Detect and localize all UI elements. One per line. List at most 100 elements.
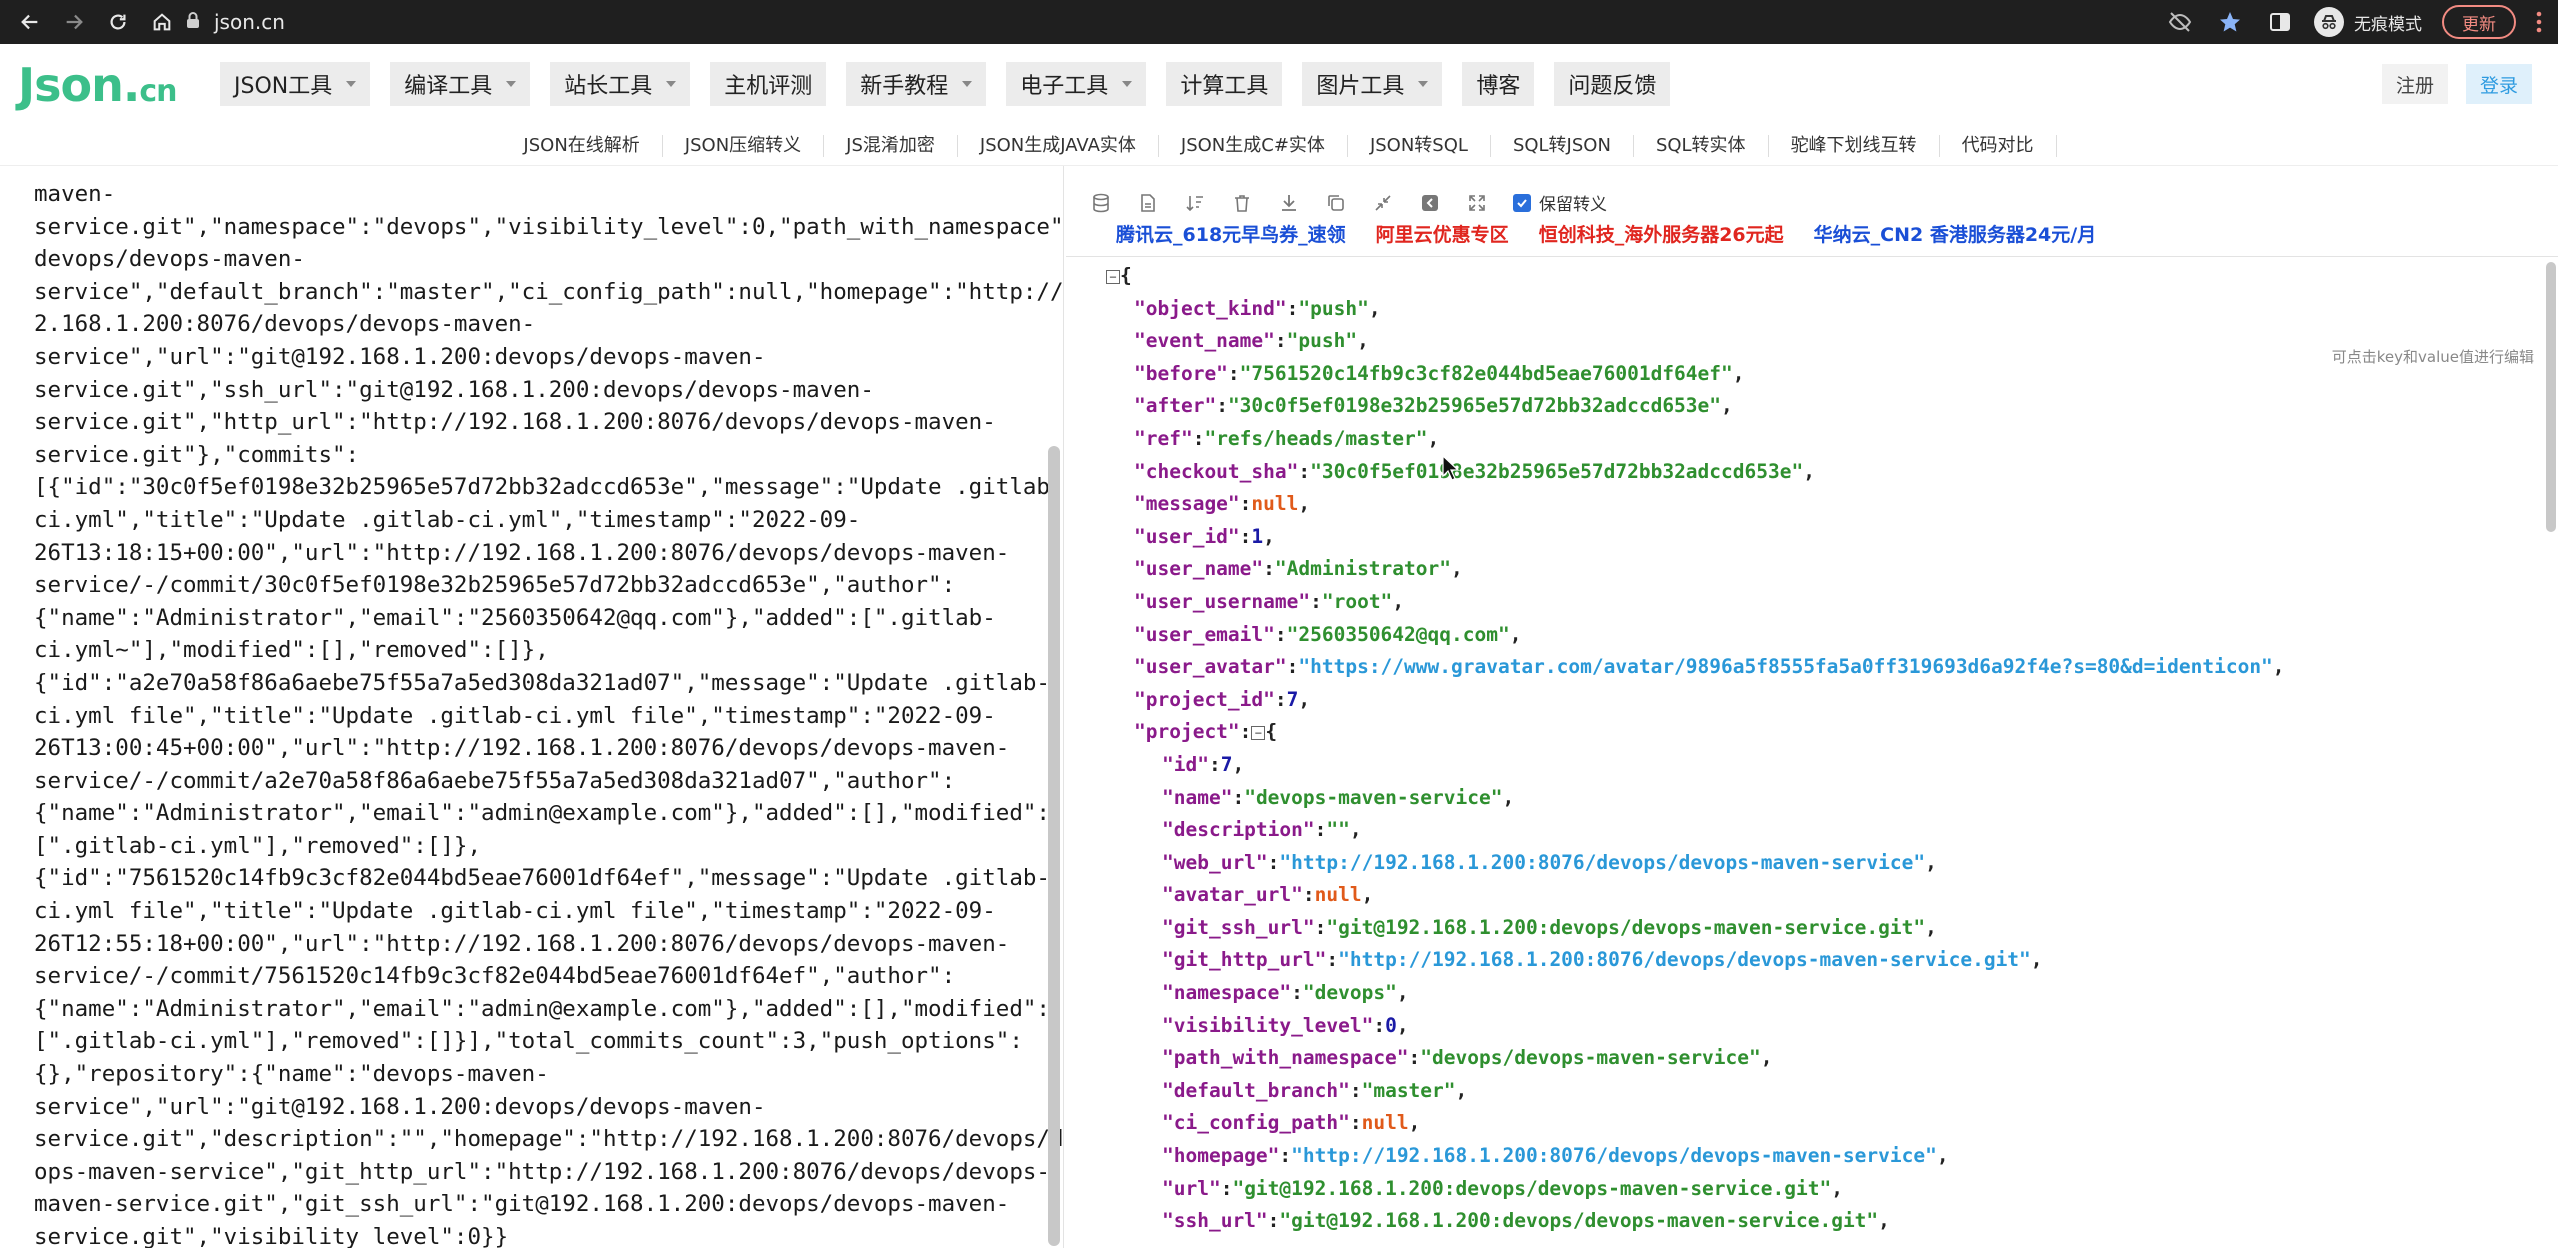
sub-nav-link[interactable]: JSON转SQL bbox=[1348, 134, 1491, 157]
json-key[interactable]: "name" bbox=[1162, 786, 1232, 809]
json-value[interactable]: null bbox=[1315, 883, 1362, 906]
json-value[interactable]: null bbox=[1251, 492, 1298, 515]
sub-nav-link[interactable]: 代码对比 bbox=[1940, 134, 2057, 157]
json-key[interactable]: "url" bbox=[1162, 1177, 1221, 1200]
keep-escape-checkbox[interactable]: 保留转义 bbox=[1513, 190, 1607, 215]
json-key[interactable]: "git_http_url" bbox=[1162, 948, 1326, 971]
json-key[interactable]: "user_name" bbox=[1134, 557, 1263, 580]
json-key[interactable]: "ssh_url" bbox=[1162, 1209, 1268, 1232]
forward-icon[interactable] bbox=[60, 8, 88, 36]
sub-nav-link[interactable]: JSON生成C#实体 bbox=[1159, 134, 1348, 157]
nav-item-7[interactable]: 图片工具 bbox=[1302, 62, 1443, 106]
json-value[interactable]: null bbox=[1362, 1111, 1409, 1134]
json-key[interactable]: "user_id" bbox=[1134, 525, 1240, 548]
nav-item-9[interactable]: 问题反馈 bbox=[1554, 62, 1671, 106]
promo-link[interactable]: 恒创科技_海外服务器26元起 bbox=[1539, 220, 1784, 247]
json-value[interactable]: "push" bbox=[1287, 329, 1357, 352]
json-value[interactable]: "root" bbox=[1322, 590, 1392, 613]
sub-nav-link[interactable]: JSON压缩转义 bbox=[663, 134, 825, 157]
json-value[interactable]: "2560350642@qq.com" bbox=[1287, 623, 1510, 646]
register-button[interactable]: 注册 bbox=[2381, 64, 2448, 104]
eye-off-icon[interactable] bbox=[2164, 6, 2196, 38]
json-key[interactable]: "user_email" bbox=[1134, 623, 1275, 646]
nav-item-8[interactable]: 博客 bbox=[1462, 62, 1535, 106]
json-key[interactable]: "path_with_namespace" bbox=[1162, 1046, 1409, 1069]
back-icon[interactable] bbox=[16, 8, 44, 36]
reload-icon[interactable] bbox=[104, 8, 132, 36]
json-value[interactable]: 0 bbox=[1385, 1014, 1397, 1037]
json-value[interactable]: "git@192.168.1.200:devops/devops-maven-s… bbox=[1279, 1209, 1878, 1232]
login-button[interactable]: 登录 bbox=[2465, 64, 2532, 104]
promo-link[interactable]: 华纳云_CN2 香港服务器24元/月 bbox=[1814, 220, 2097, 247]
json-key[interactable]: "object_kind" bbox=[1134, 297, 1287, 320]
site-logo[interactable]: Json.cn bbox=[18, 58, 177, 112]
json-value[interactable]: "devops" bbox=[1303, 981, 1397, 1004]
json-key[interactable]: "id" bbox=[1162, 753, 1209, 776]
json-key[interactable]: "ci_config_path" bbox=[1162, 1111, 1350, 1134]
json-key[interactable]: "git_ssh_url" bbox=[1162, 916, 1315, 939]
json-key[interactable]: "web_url" bbox=[1162, 851, 1268, 874]
json-value[interactable]: "devops-maven-service" bbox=[1244, 786, 1502, 809]
sub-nav-link[interactable]: SQL转实体 bbox=[1634, 134, 1769, 157]
nav-item-0[interactable]: JSON工具 bbox=[220, 62, 371, 106]
json-key[interactable]: "project" bbox=[1134, 720, 1240, 743]
bookmark-star-icon[interactable] bbox=[2214, 6, 2246, 38]
sub-nav-link[interactable]: JSON在线解析 bbox=[501, 134, 663, 157]
url-text[interactable]: json.cn bbox=[214, 10, 285, 34]
side-panel-icon[interactable] bbox=[2264, 6, 2296, 38]
copy-icon[interactable] bbox=[1325, 192, 1347, 214]
json-key[interactable]: "event_name" bbox=[1134, 329, 1275, 352]
json-value[interactable]: "http://192.168.1.200:8076/devops/devops… bbox=[1338, 948, 2031, 971]
json-key[interactable]: "checkout_sha" bbox=[1134, 460, 1298, 483]
json-key[interactable]: "ref" bbox=[1134, 427, 1193, 450]
database-icon[interactable] bbox=[1090, 192, 1112, 214]
fullscreen-icon[interactable] bbox=[1466, 192, 1488, 214]
nav-item-6[interactable]: 计算工具 bbox=[1166, 62, 1283, 106]
more-menu-icon[interactable] bbox=[2526, 5, 2552, 39]
json-key[interactable]: "namespace" bbox=[1162, 981, 1291, 1004]
sort-icon[interactable] bbox=[1184, 192, 1206, 214]
json-value[interactable]: "devops/devops-maven-service" bbox=[1420, 1046, 1760, 1069]
sub-nav-link[interactable]: SQL转JSON bbox=[1491, 134, 1634, 157]
sub-nav-link[interactable]: JS混淆加密 bbox=[824, 134, 958, 157]
json-key[interactable]: "avatar_url" bbox=[1162, 883, 1303, 906]
json-key[interactable]: "default_branch" bbox=[1162, 1079, 1350, 1102]
json-key[interactable]: "project_id" bbox=[1134, 688, 1275, 711]
json-value[interactable]: "git@192.168.1.200:devops/devops-maven-s… bbox=[1232, 1177, 1831, 1200]
json-input-editor[interactable]: maven-service.git","namespace":"devops",… bbox=[0, 166, 1064, 1248]
nav-item-3[interactable]: 主机评测 bbox=[710, 62, 827, 106]
json-value[interactable]: "" bbox=[1326, 818, 1349, 841]
sub-nav-link[interactable]: 驼峰下划线互转 bbox=[1769, 134, 1940, 157]
back-arrow-icon[interactable] bbox=[1419, 192, 1441, 214]
nav-item-5[interactable]: 电子工具 bbox=[1006, 62, 1147, 106]
nav-item-1[interactable]: 编译工具 bbox=[390, 62, 531, 106]
viewer-scrollbar[interactable] bbox=[2546, 262, 2556, 532]
json-value[interactable]: "30c0f5ef0198e32b25965e57d72bb32adccd653… bbox=[1228, 394, 1721, 417]
home-icon[interactable] bbox=[148, 8, 176, 36]
incognito-indicator[interactable]: 无痕模式 bbox=[2314, 7, 2422, 37]
json-value[interactable]: 7 bbox=[1221, 753, 1233, 776]
json-key[interactable]: "after" bbox=[1134, 394, 1216, 417]
json-value[interactable]: 1 bbox=[1251, 525, 1263, 548]
json-value[interactable]: "push" bbox=[1298, 297, 1368, 320]
json-value[interactable]: "http://192.168.1.200:8076/devops/devops… bbox=[1291, 1144, 1937, 1167]
collapse-toggle-icon[interactable]: − bbox=[1106, 269, 1120, 284]
update-button[interactable]: 更新 bbox=[2442, 5, 2516, 39]
json-key[interactable]: "visibility_level" bbox=[1162, 1014, 1373, 1037]
json-value[interactable]: "http://192.168.1.200:8076/devops/devops… bbox=[1279, 851, 1925, 874]
json-value[interactable]: "Administrator" bbox=[1275, 557, 1451, 580]
json-value[interactable]: "7561520c14fb9c3cf82e044bd5eae76001df64e… bbox=[1240, 362, 1733, 385]
collapse-icon[interactable] bbox=[1372, 192, 1394, 214]
json-key[interactable]: "homepage" bbox=[1162, 1144, 1279, 1167]
sub-nav-link[interactable]: JSON生成JAVA实体 bbox=[958, 134, 1159, 157]
nav-item-2[interactable]: 站长工具 bbox=[550, 62, 691, 106]
json-key[interactable]: "user_username" bbox=[1134, 590, 1310, 613]
json-value[interactable]: 7 bbox=[1287, 688, 1299, 711]
trash-icon[interactable] bbox=[1231, 192, 1253, 214]
json-key[interactable]: "user_avatar" bbox=[1134, 655, 1287, 678]
file-icon[interactable] bbox=[1137, 192, 1159, 214]
promo-link[interactable]: 腾讯云_618元早鸟券_速领 bbox=[1116, 220, 1346, 247]
json-key[interactable]: "message" bbox=[1134, 492, 1240, 515]
raw-json-text[interactable]: maven-service.git","namespace":"devops",… bbox=[34, 178, 1063, 1248]
address-bar[interactable]: json.cn bbox=[186, 6, 285, 38]
